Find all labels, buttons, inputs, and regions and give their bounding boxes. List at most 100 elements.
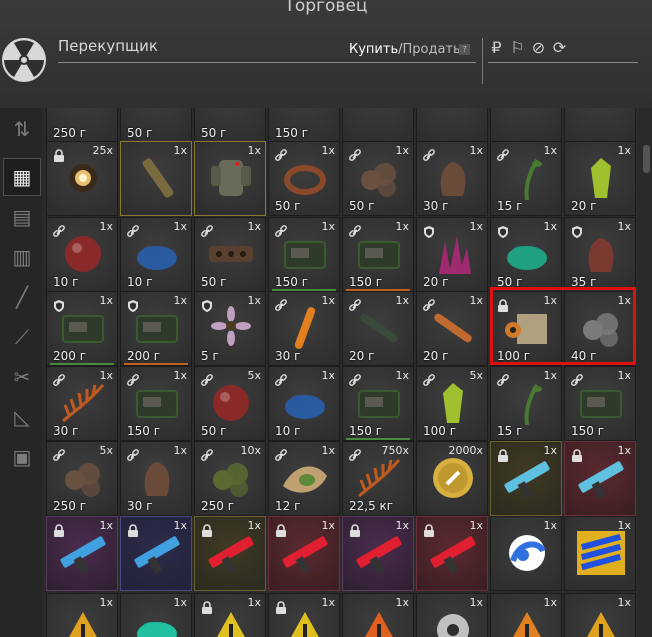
item-slot[interactable]: 2000x <box>416 441 488 516</box>
hand-icon[interactable]: ⚐ <box>509 38 526 57</box>
item-slot[interactable]: 1x 150 г <box>120 366 192 441</box>
item-slot[interactable]: 5x 50 г <box>194 366 266 441</box>
item-slot[interactable]: 1x 10 г <box>46 217 118 292</box>
item-slot[interactable]: 1x 40 г <box>564 291 636 366</box>
item-slot[interactable]: 1x <box>342 516 414 591</box>
item-slot[interactable]: 1x 50 г <box>194 217 266 292</box>
item-slot[interactable]: 1x 100 г <box>490 291 562 366</box>
backpack-icon-glyph: ▤ <box>12 205 32 229</box>
item-slot[interactable]: 1x 20 г <box>416 217 488 292</box>
item-slot[interactable]: 750x 22,5 кг <box>342 441 414 516</box>
item-slot[interactable]: 1x <box>490 593 562 637</box>
sphere-item-icon <box>207 381 255 425</box>
item-slot[interactable]: 1x 50 г <box>490 217 562 292</box>
item-slot[interactable]: 1x <box>120 593 192 637</box>
item-slot[interactable]: 1x 5 г <box>194 291 266 366</box>
tools-category-button[interactable]: tools-icon✂ <box>3 358 41 396</box>
item-price: 150 г <box>349 275 383 289</box>
item-slot[interactable]: 1x <box>268 593 340 637</box>
item-quantity: 1x <box>247 519 261 532</box>
item-slot[interactable]: 1x <box>564 441 636 516</box>
trade-mode-toggle[interactable]: Купить/Продать <box>349 42 461 57</box>
rifle-category-button[interactable]: rifle-icon╱ <box>3 278 41 316</box>
item-slot[interactable]: 1x 12 г <box>268 441 340 516</box>
item-price: 150 г <box>571 424 605 438</box>
item-slot[interactable] <box>564 108 636 143</box>
item-quantity: 25x <box>92 144 113 157</box>
coin-icon[interactable]: ⊘ <box>530 38 547 57</box>
sell-tab[interactable]: Продать <box>403 42 461 57</box>
armor-category-button[interactable]: armor-icon▥ <box>3 238 41 276</box>
coin-item-icon <box>429 456 477 500</box>
item-slot[interactable]: 1x 20 г <box>416 291 488 366</box>
item-slot[interactable]: 1x <box>490 516 562 591</box>
item-slot[interactable]: 1x 20 г <box>342 291 414 366</box>
item-price: 10 г <box>275 424 301 438</box>
crate-category-button[interactable]: crate-icon▣ <box>3 438 41 476</box>
leaf-item-icon <box>281 456 329 500</box>
knife-category-button[interactable]: knife-icon⟋ <box>3 318 41 356</box>
item-slot[interactable]: 1x 35 г <box>564 217 636 292</box>
item-slot[interactable]: 1x <box>416 516 488 591</box>
item-slot[interactable]: 1x 15 г <box>490 141 562 216</box>
item-slot[interactable]: 1x <box>564 593 636 637</box>
rarity-underline <box>346 438 410 440</box>
item-slot[interactable]: 1x <box>120 516 192 591</box>
item-quantity: 5x <box>247 369 261 382</box>
item-slot[interactable]: 25x <box>46 141 118 216</box>
item-slot[interactable]: 1x 20 г <box>564 141 636 216</box>
item-slot[interactable]: 1x 150 г <box>564 366 636 441</box>
item-slot[interactable]: 1x 30 г <box>46 366 118 441</box>
item-slot[interactable]: 1x 15 г <box>490 366 562 441</box>
item-slot[interactable]: 10x 250 г <box>194 441 266 516</box>
item-slot[interactable]: 1x <box>490 441 562 516</box>
buy-tab[interactable]: Купить <box>349 42 398 57</box>
item-slot[interactable]: 1x 30 г <box>120 441 192 516</box>
item-price: 20 г <box>423 275 449 289</box>
attachments-category-button[interactable]: attachments-icon◺ <box>3 398 41 436</box>
item-slot[interactable]: 1x <box>194 516 266 591</box>
item-slot[interactable] <box>490 108 562 143</box>
item-slot[interactable]: 1x 50 г <box>342 141 414 216</box>
item-slot[interactable]: 1x 150 г <box>342 366 414 441</box>
item-slot[interactable]: 150 г <box>268 108 340 143</box>
item-slot[interactable]: 1x 150 г <box>268 217 340 292</box>
item-slot[interactable]: 1x 10 г <box>268 366 340 441</box>
grid-all-category-button[interactable]: grid-all-icon▦ <box>3 158 41 196</box>
item-slot[interactable]: 1x 200 г <box>46 291 118 366</box>
backpack-category-button[interactable]: backpack-icon▤ <box>3 198 41 236</box>
item-slot[interactable]: 250 г <box>46 108 118 143</box>
item-quantity: 1x <box>173 294 187 307</box>
item-slot[interactable]: 5x 100 г <box>416 366 488 441</box>
item-slot[interactable]: 1x <box>564 516 636 591</box>
item-slot[interactable]: 5x 250 г <box>46 441 118 516</box>
item-slot[interactable]: 1x <box>46 516 118 591</box>
item-slot[interactable] <box>342 108 414 143</box>
attachments-icon-glyph: ◺ <box>14 405 30 429</box>
item-slot[interactable]: 50 г <box>120 108 192 143</box>
item-slot[interactable]: 1x <box>120 141 192 216</box>
item-slot[interactable]: 1x 30 г <box>268 291 340 366</box>
sort-category-button[interactable]: sort-icon⇅ <box>3 110 41 148</box>
item-slot[interactable]: 1x <box>194 593 266 637</box>
ruble-icon[interactable]: ₽ <box>488 38 505 57</box>
item-slot[interactable]: 1x 30 г <box>416 141 488 216</box>
item-slot[interactable]: 1x 200 г <box>120 291 192 366</box>
item-quantity: 1x <box>543 519 557 532</box>
refresh-icon[interactable]: ⟳ <box>551 38 568 57</box>
item-slot[interactable]: 1x 150 г <box>342 217 414 292</box>
item-slot[interactable]: 1x <box>194 141 266 216</box>
item-slot[interactable]: 1x <box>342 593 414 637</box>
item-slot[interactable]: 1x <box>268 516 340 591</box>
help-icon[interactable]: ? <box>459 44 470 55</box>
item-slot[interactable]: 1x 10 г <box>120 217 192 292</box>
scrollbar[interactable] <box>641 108 652 637</box>
item-slot[interactable]: 1x <box>416 593 488 637</box>
item-slot[interactable] <box>416 108 488 143</box>
item-price: 40 г <box>571 349 597 363</box>
item-slot[interactable]: 50 г <box>194 108 266 143</box>
lump-item-icon <box>577 232 625 276</box>
item-slot[interactable]: 1x <box>46 593 118 637</box>
item-slot[interactable]: 1x 50 г <box>268 141 340 216</box>
scrollbar-thumb[interactable] <box>643 145 650 173</box>
